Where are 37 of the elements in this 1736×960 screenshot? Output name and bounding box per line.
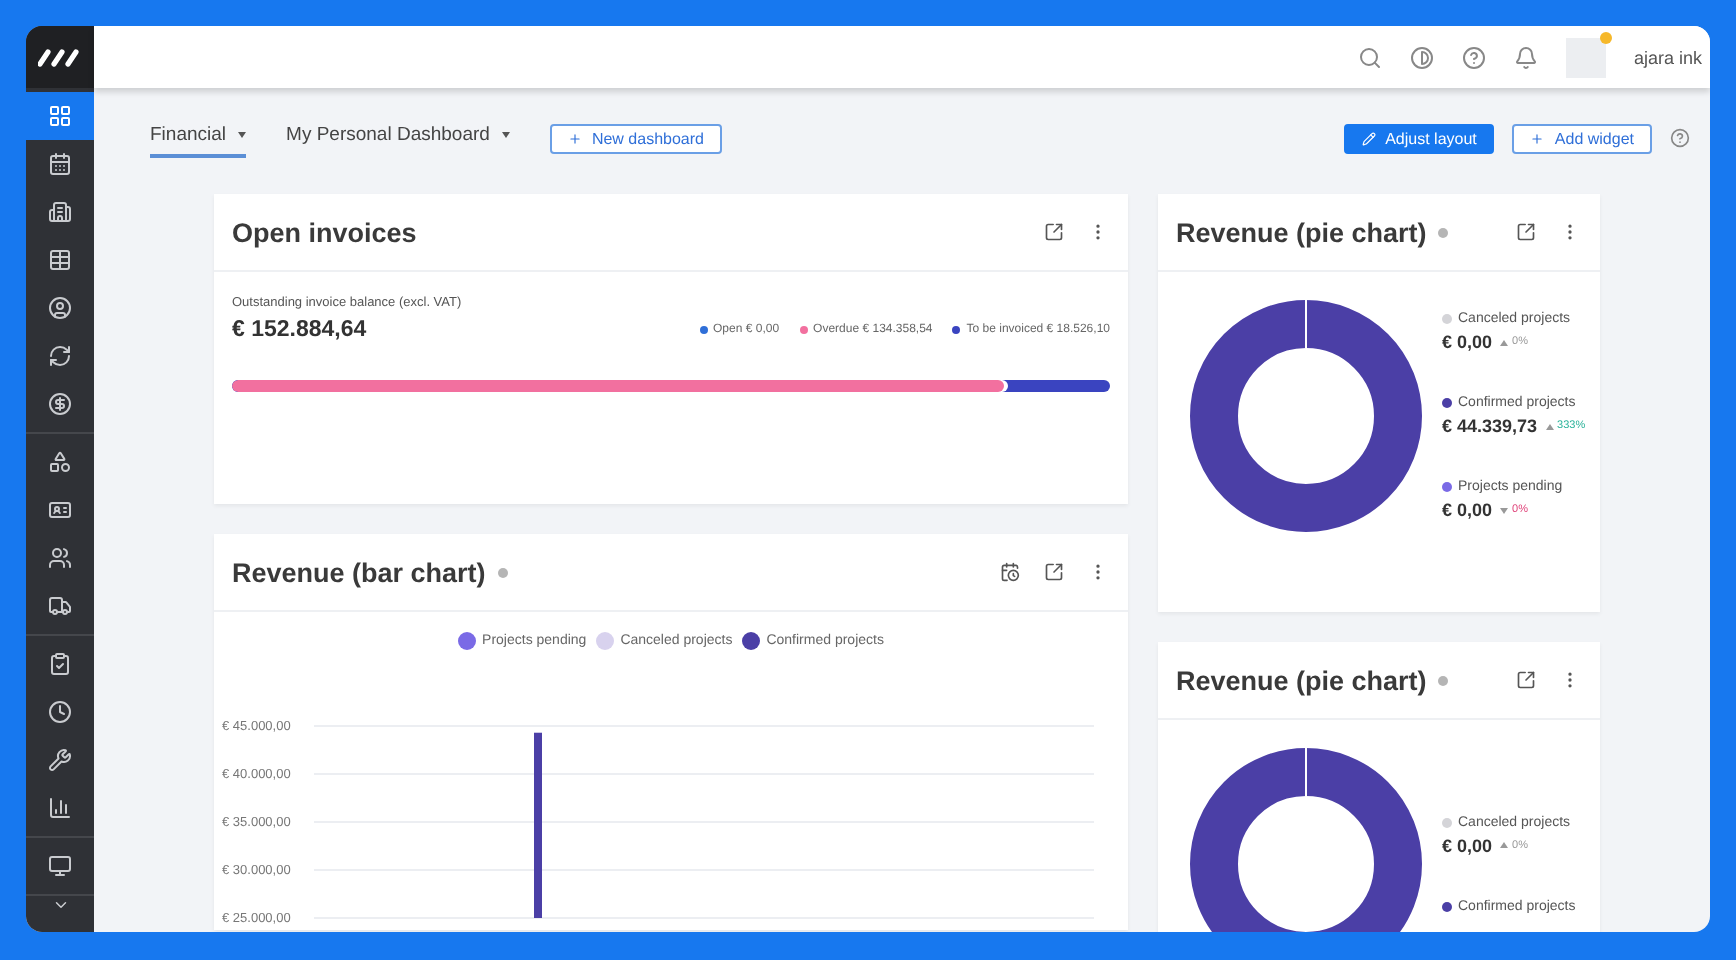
- caret-icon: [238, 132, 247, 138]
- search-icon[interactable]: [1357, 45, 1382, 69]
- caret-icon: [501, 132, 510, 138]
- contrast-icon[interactable]: [1409, 45, 1434, 69]
- legend-value: € 0,00: [1442, 835, 1493, 855]
- plus-icon: [1530, 131, 1545, 145]
- dashboard-tab[interactable]: My Personal Dashboard: [286, 118, 510, 158]
- logo-icon: [38, 47, 82, 67]
- notification-badge: [1599, 31, 1612, 43]
- add-widget-button[interactable]: Add widget: [1512, 123, 1652, 153]
- info-dot-icon: [1438, 675, 1449, 685]
- card-title: Open invoices: [232, 217, 417, 247]
- bell-icon[interactable]: [1513, 45, 1538, 69]
- calendar-icon[interactable]: [1000, 562, 1020, 582]
- new-dashboard-button[interactable]: New dashboard: [549, 123, 722, 153]
- pencil-icon: [1361, 131, 1376, 145]
- help-icon[interactable]: [1461, 45, 1486, 69]
- open-external-icon[interactable]: [1516, 670, 1536, 690]
- legend-value: € 0,00: [1442, 500, 1493, 520]
- plus-icon: [567, 131, 582, 145]
- card-title: Revenue (bar chart): [232, 557, 486, 587]
- dashboard-tab[interactable]: Financial: [150, 118, 247, 158]
- adjust-layout-button[interactable]: Adjust layout: [1343, 123, 1495, 153]
- card-title: Revenue (pie chart): [1176, 665, 1427, 695]
- legend-value: € 44.339,73: [1442, 416, 1538, 436]
- open-external-icon[interactable]: [1044, 562, 1064, 582]
- open-external-icon[interactable]: [1044, 222, 1064, 242]
- help-icon[interactable]: [1670, 128, 1690, 148]
- chevron-down-icon[interactable]: [51, 896, 69, 914]
- legend-value: € 0,00: [1442, 332, 1493, 352]
- user-name[interactable]: ajara ink: [1633, 47, 1702, 67]
- open-external-icon[interactable]: [1516, 222, 1536, 242]
- info-dot-icon: [1438, 227, 1449, 237]
- info-dot-icon: [497, 567, 508, 577]
- card-title: Revenue (pie chart): [1176, 217, 1427, 247]
- balance-total: € 152.884,64: [232, 318, 367, 342]
- dashboard-icon[interactable]: [26, 92, 94, 140]
